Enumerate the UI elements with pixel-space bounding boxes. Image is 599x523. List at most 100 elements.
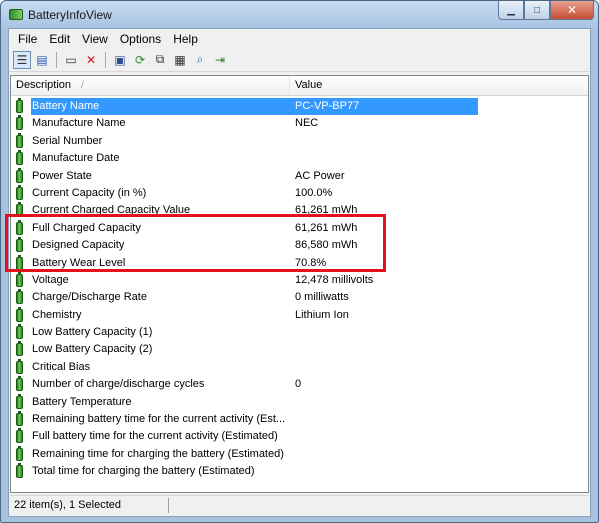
menu-file[interactable]: File	[12, 32, 43, 46]
table-row[interactable]: Current Capacity (in %) 100.0%	[11, 184, 588, 202]
close-button[interactable]: ✕	[550, 1, 594, 20]
row-description: Full battery time for the current activi…	[32, 430, 278, 443]
battery-app-icon	[9, 9, 23, 20]
save-icon[interactable]: ▣	[111, 51, 129, 69]
client-area: File Edit View Options Help ☰ ▤ ▭ ✕ ▣ ⟳ …	[8, 28, 591, 517]
battery-icon	[16, 411, 23, 427]
menu-help[interactable]: Help	[167, 32, 204, 46]
table-row[interactable]: Charge/Discharge Rate 0 milliwatts	[11, 289, 588, 306]
battery-icon	[16, 306, 23, 322]
column-description-label: Description	[16, 79, 72, 91]
row-value: 12,478 millivolts	[295, 273, 374, 286]
battery-icon	[16, 184, 23, 200]
row-description: Low Battery Capacity (1)	[32, 326, 153, 339]
table-row[interactable]: Full Charged Capacity 61,261 mWh	[11, 219, 588, 237]
menu-options[interactable]: Options	[114, 32, 167, 46]
table-row[interactable]: Low Battery Capacity (2)	[11, 341, 588, 358]
table-row[interactable]: Designed Capacity 86,580 mWh	[11, 237, 588, 254]
battery-icon	[16, 463, 23, 479]
row-description: Remaining battery time for the current a…	[32, 413, 286, 426]
battery-icon	[16, 341, 23, 357]
refresh-icon[interactable]: ⟳	[131, 51, 149, 69]
table-row[interactable]: Remaining time for charging the battery …	[11, 445, 588, 463]
table-row[interactable]: Manufacture Date	[11, 150, 588, 167]
row-value: Lithium Ion	[295, 308, 349, 321]
row-description: Manufacture Date	[32, 152, 120, 165]
menu-bar: File Edit View Options Help	[9, 29, 590, 48]
row-description: Manufacture Name	[32, 117, 126, 130]
table-row[interactable]: Battery Wear Level 70.8%	[11, 254, 588, 272]
minimize-button[interactable]: ▁	[498, 1, 524, 20]
row-description: Designed Capacity	[32, 239, 125, 252]
table-row[interactable]: Manufacture Name NEC	[11, 115, 588, 132]
status-text: 22 item(s), 1 Selected	[14, 499, 121, 511]
html-report-icon[interactable]: ▤	[33, 51, 51, 69]
row-value: 61,261 mWh	[295, 221, 358, 234]
table-row[interactable]: Battery Temperature	[11, 393, 588, 411]
row-description: Current Capacity (in %)	[32, 186, 147, 199]
column-value-label: Value	[295, 79, 323, 91]
row-description: Critical Bias	[32, 360, 91, 373]
toolbar: ☰ ▤ ▭ ✕ ▣ ⟳ ⧉ ▦ ⌕ ⇥	[9, 48, 590, 72]
status-separator	[168, 498, 169, 513]
battery-icon	[16, 202, 23, 218]
battery-icon	[16, 98, 23, 113]
battery-icon	[16, 150, 23, 166]
find-icon[interactable]: ⌕	[191, 51, 209, 69]
table-row[interactable]: Current Charged Capacity Value 61,261 mWh	[11, 202, 588, 219]
table-row[interactable]: Power State AC Power	[11, 167, 588, 185]
properties-window-icon[interactable]: ▭	[62, 51, 80, 69]
properties-icon[interactable]: ▦	[171, 51, 189, 69]
title-bar[interactable]: BatteryInfoView ▁ □ ✕	[1, 1, 598, 28]
table-row[interactable]: Battery Name PC-VP-BP77	[11, 98, 588, 115]
row-description: Charge/Discharge Rate	[32, 291, 147, 304]
battery-icon	[16, 324, 23, 340]
row-value: AC Power	[295, 169, 345, 182]
battery-icon	[16, 289, 23, 305]
row-description: Voltage	[32, 273, 69, 286]
row-description: Battery Temperature	[32, 395, 132, 408]
battery-icon	[16, 254, 23, 270]
row-description: Full Charged Capacity	[32, 221, 141, 234]
battery-info-list[interactable]: Description / Value Battery Name PC-VP-BP…	[10, 75, 589, 493]
copy-icon[interactable]: ⧉	[151, 51, 169, 69]
table-row[interactable]: Remaining battery time for the current a…	[11, 411, 588, 428]
row-value: 70.8%	[295, 256, 327, 269]
row-value: 100.0%	[295, 186, 333, 199]
row-description: Battery Wear Level	[32, 256, 126, 269]
battery-icon	[16, 132, 23, 148]
column-header-description[interactable]: Description /	[11, 76, 290, 95]
row-value: 86,580 mWh	[295, 239, 358, 252]
menu-edit[interactable]: Edit	[43, 32, 76, 46]
table-row[interactable]: Serial Number	[11, 132, 588, 150]
exit-icon[interactable]: ⇥	[211, 51, 229, 69]
battery-icon	[16, 445, 23, 461]
table-row[interactable]: Voltage 12,478 millivolts	[11, 271, 588, 289]
battery-icon	[16, 358, 23, 374]
table-row[interactable]: Number of charge/discharge cycles 0	[11, 376, 588, 393]
row-description: Battery Name	[32, 98, 100, 115]
menu-view[interactable]: View	[76, 32, 114, 46]
maximize-button[interactable]: □	[524, 1, 550, 20]
row-description: Serial Number	[32, 134, 103, 147]
delete-icon[interactable]: ✕	[82, 51, 100, 69]
list-view-icon[interactable]: ☰	[13, 50, 31, 69]
table-row[interactable]: Critical Bias	[11, 358, 588, 376]
row-description: Chemistry	[32, 308, 82, 321]
table-row[interactable]: Total time for charging the battery (Est…	[11, 463, 588, 480]
table-row[interactable]: Chemistry Lithium Ion	[11, 306, 588, 324]
status-bar: 22 item(s), 1 Selected	[10, 495, 589, 515]
column-header-value[interactable]: Value	[290, 76, 588, 95]
battery-icon	[16, 219, 23, 235]
row-value: PC-VP-BP77	[295, 98, 360, 115]
row-value: 0	[295, 378, 302, 391]
battery-icon	[16, 115, 23, 131]
battery-icon	[16, 393, 23, 409]
toolbar-separator	[56, 51, 57, 68]
sort-arrow-icon: /	[81, 80, 84, 91]
table-row[interactable]: Full battery time for the current activi…	[11, 428, 588, 445]
table-row[interactable]: Low Battery Capacity (1)	[11, 324, 588, 341]
list-header: Description / Value	[11, 76, 588, 96]
list-rows: Battery Name PC-VP-BP77 Manufacture Name NE…	[11, 98, 588, 481]
main-window: BatteryInfoView ▁ □ ✕ File Edit View Opt…	[0, 0, 599, 523]
